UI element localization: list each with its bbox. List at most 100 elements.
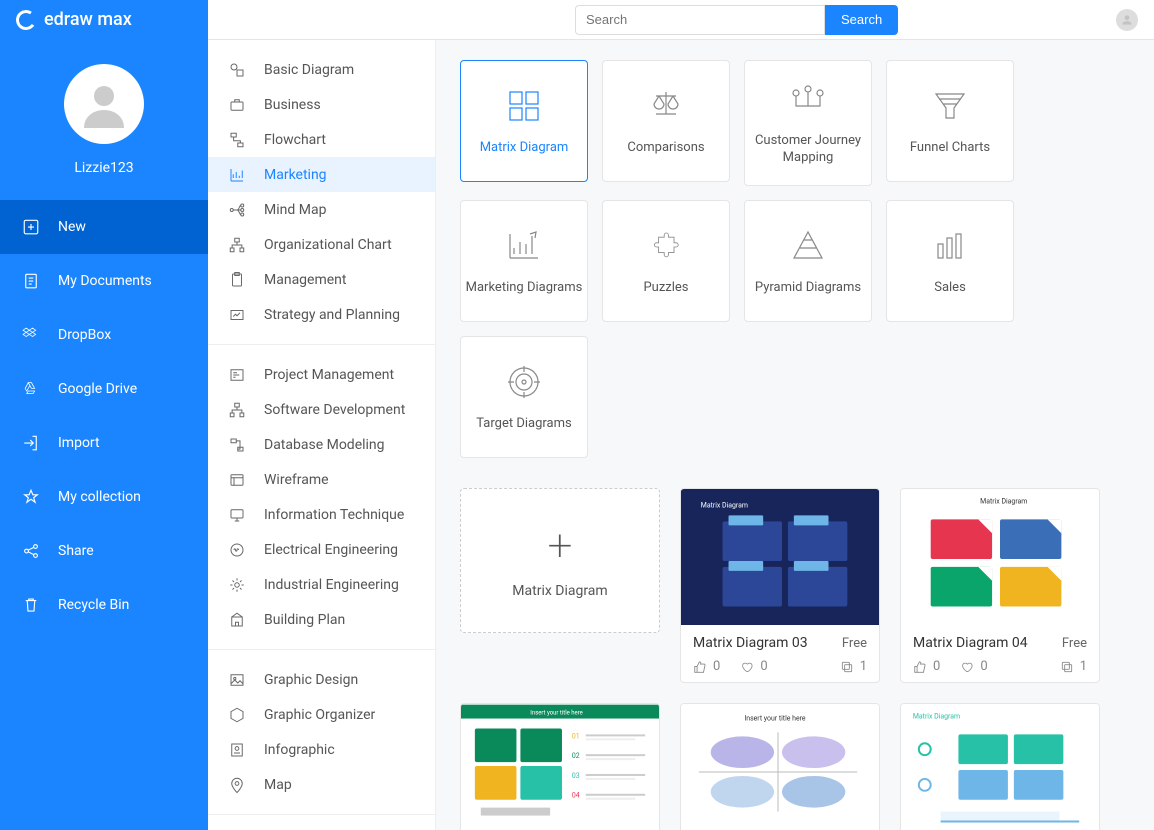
briefcase-icon — [228, 96, 246, 114]
plus-icon: + — [548, 523, 573, 567]
search-wrap: Search — [575, 5, 898, 35]
pyramid-icon — [788, 226, 828, 266]
template-card[interactable]: Matrix Diagram Matrix Diagram 03Free 0 0… — [680, 488, 880, 683]
tile-funnel-charts[interactable]: Funnel Charts — [886, 60, 1014, 182]
cat-industrial[interactable]: Industrial Engineering — [208, 567, 435, 602]
likes-stat[interactable]: 0 — [913, 659, 940, 674]
likes-stat[interactable]: 0 — [693, 659, 720, 674]
nav-share[interactable]: Share — [0, 524, 208, 578]
category-panel: Basic Diagram Business Flowchart Marketi… — [208, 0, 436, 830]
database-icon — [228, 436, 246, 454]
svg-text:Insert your title here: Insert your title here — [530, 710, 583, 717]
main-content: Matrix Diagram Comparisons Customer Jour… — [436, 0, 1154, 830]
template-card[interactable]: Insert your title here01020304 Matrix Di… — [460, 703, 660, 830]
cat-graphic-design[interactable]: Graphic Design — [208, 662, 435, 697]
svg-text:01: 01 — [572, 732, 580, 740]
cat-wireframe[interactable]: Wireframe — [208, 462, 435, 497]
nav-my-collection[interactable]: My collection — [0, 470, 208, 524]
nav-label: My collection — [58, 489, 141, 505]
template-thumb: Insert your title here01020304 — [461, 704, 659, 830]
cat-software-dev[interactable]: Software Development — [208, 392, 435, 427]
copies-stat[interactable]: 1 — [1060, 659, 1087, 674]
tile-pyramid-diagrams[interactable]: Pyramid Diagrams — [744, 200, 872, 322]
cat-basic-diagram[interactable]: Basic Diagram — [208, 52, 435, 87]
circuit-icon — [228, 541, 246, 559]
logo-icon — [14, 8, 37, 31]
growth-chart-icon — [504, 226, 544, 266]
orgchart-icon — [228, 236, 246, 254]
template-gallery: + Matrix Diagram Matrix Diagram Matrix D… — [436, 468, 1154, 830]
shapes-icon — [228, 61, 246, 79]
cat-strategy[interactable]: Strategy and Planning — [208, 297, 435, 332]
tile-comparisons[interactable]: Comparisons — [602, 60, 730, 182]
star-icon — [22, 488, 40, 506]
cat-map[interactable]: Map — [208, 767, 435, 802]
cat-flowchart[interactable]: Flowchart — [208, 122, 435, 157]
svg-text:Matrix Diagram: Matrix Diagram — [980, 498, 1027, 506]
profile-block: Lizzie123 — [0, 40, 208, 192]
nav-my-documents[interactable]: My Documents — [0, 254, 208, 308]
funnel-icon — [930, 86, 970, 126]
favs-stat[interactable]: 0 — [960, 659, 987, 674]
document-icon — [22, 272, 40, 290]
search-input[interactable] — [575, 5, 825, 35]
cat-project-management[interactable]: Project Management — [208, 357, 435, 392]
nav-google-drive[interactable]: Google Drive — [0, 362, 208, 416]
mindmap-icon — [228, 201, 246, 219]
tile-sales[interactable]: Sales — [886, 200, 1014, 322]
strategy-icon — [228, 306, 246, 324]
copies-stat[interactable]: 1 — [840, 659, 867, 674]
card-tag: Free — [1062, 636, 1087, 651]
tile-marketing-diagrams[interactable]: Marketing Diagrams — [460, 200, 588, 322]
category-group: Graphic Design Graphic Organizer Infogra… — [208, 650, 435, 815]
nav-dropbox[interactable]: DropBox — [0, 308, 208, 362]
cat-database[interactable]: Database Modeling — [208, 427, 435, 462]
card-title: Matrix Diagram 03 — [693, 635, 808, 651]
cat-electrical[interactable]: Electrical Engineering — [208, 532, 435, 567]
template-card[interactable]: Insert your title here Matrix Diagram 06… — [680, 703, 880, 830]
nav-recycle-bin[interactable]: Recycle Bin — [0, 578, 208, 632]
favs-stat[interactable]: 0 — [740, 659, 767, 674]
cat-infographic[interactable]: Infographic — [208, 732, 435, 767]
cat-info-tech[interactable]: Information Technique — [208, 497, 435, 532]
building-icon — [228, 611, 246, 629]
journey-icon — [788, 79, 828, 119]
cat-graphic-organizer[interactable]: Graphic Organizer — [208, 697, 435, 732]
nav-import[interactable]: Import — [0, 416, 208, 470]
tile-customer-journey[interactable]: Customer Journey Mapping — [744, 60, 872, 186]
nav-label: New — [58, 219, 86, 235]
app-name: edraw max — [44, 9, 132, 30]
search-button[interactable]: Search — [825, 5, 898, 35]
user-avatar-icon[interactable] — [1116, 9, 1138, 31]
cat-building[interactable]: Building Plan — [208, 602, 435, 637]
cat-business[interactable]: Business — [208, 87, 435, 122]
nav-label: DropBox — [58, 327, 111, 343]
cat-management[interactable]: Management — [208, 262, 435, 297]
nav-new[interactable]: New — [0, 200, 208, 254]
svg-text:02: 02 — [572, 752, 580, 760]
template-card[interactable]: Matrix Diagram Matrix Diagram 07Free 0 0… — [900, 703, 1100, 830]
puzzle-icon — [646, 226, 686, 266]
nav-list: New My Documents DropBox Google Drive Im… — [0, 200, 208, 632]
flowchart-icon — [228, 131, 246, 149]
svg-text:03: 03 — [572, 772, 580, 780]
avatar[interactable] — [64, 64, 144, 144]
svg-text:Matrix Diagram: Matrix Diagram — [913, 713, 960, 721]
svg-text:Matrix Diagram: Matrix Diagram — [701, 502, 748, 510]
import-icon — [22, 434, 40, 452]
card-title: Matrix Diagram 04 — [913, 635, 1028, 651]
dropbox-icon — [22, 326, 40, 344]
cat-mind-map[interactable]: Mind Map — [208, 192, 435, 227]
gantt-icon — [228, 366, 246, 384]
template-thumb: Matrix Diagram — [901, 489, 1099, 625]
cat-org-chart[interactable]: Organizational Chart — [208, 227, 435, 262]
new-template-card[interactable]: + Matrix Diagram — [460, 488, 660, 633]
template-card[interactable]: Matrix Diagram Matrix Diagram 04 Free 0 0… — [900, 488, 1100, 683]
tile-matrix-diagram[interactable]: Matrix Diagram — [460, 60, 588, 182]
nav-label: Share — [58, 543, 94, 559]
cat-marketing[interactable]: Marketing — [208, 157, 435, 192]
tile-puzzles[interactable]: Puzzles — [602, 200, 730, 322]
hexagon-icon — [228, 706, 246, 724]
nav-label: Recycle Bin — [58, 597, 129, 613]
tile-target-diagrams[interactable]: Target Diagrams — [460, 336, 588, 458]
